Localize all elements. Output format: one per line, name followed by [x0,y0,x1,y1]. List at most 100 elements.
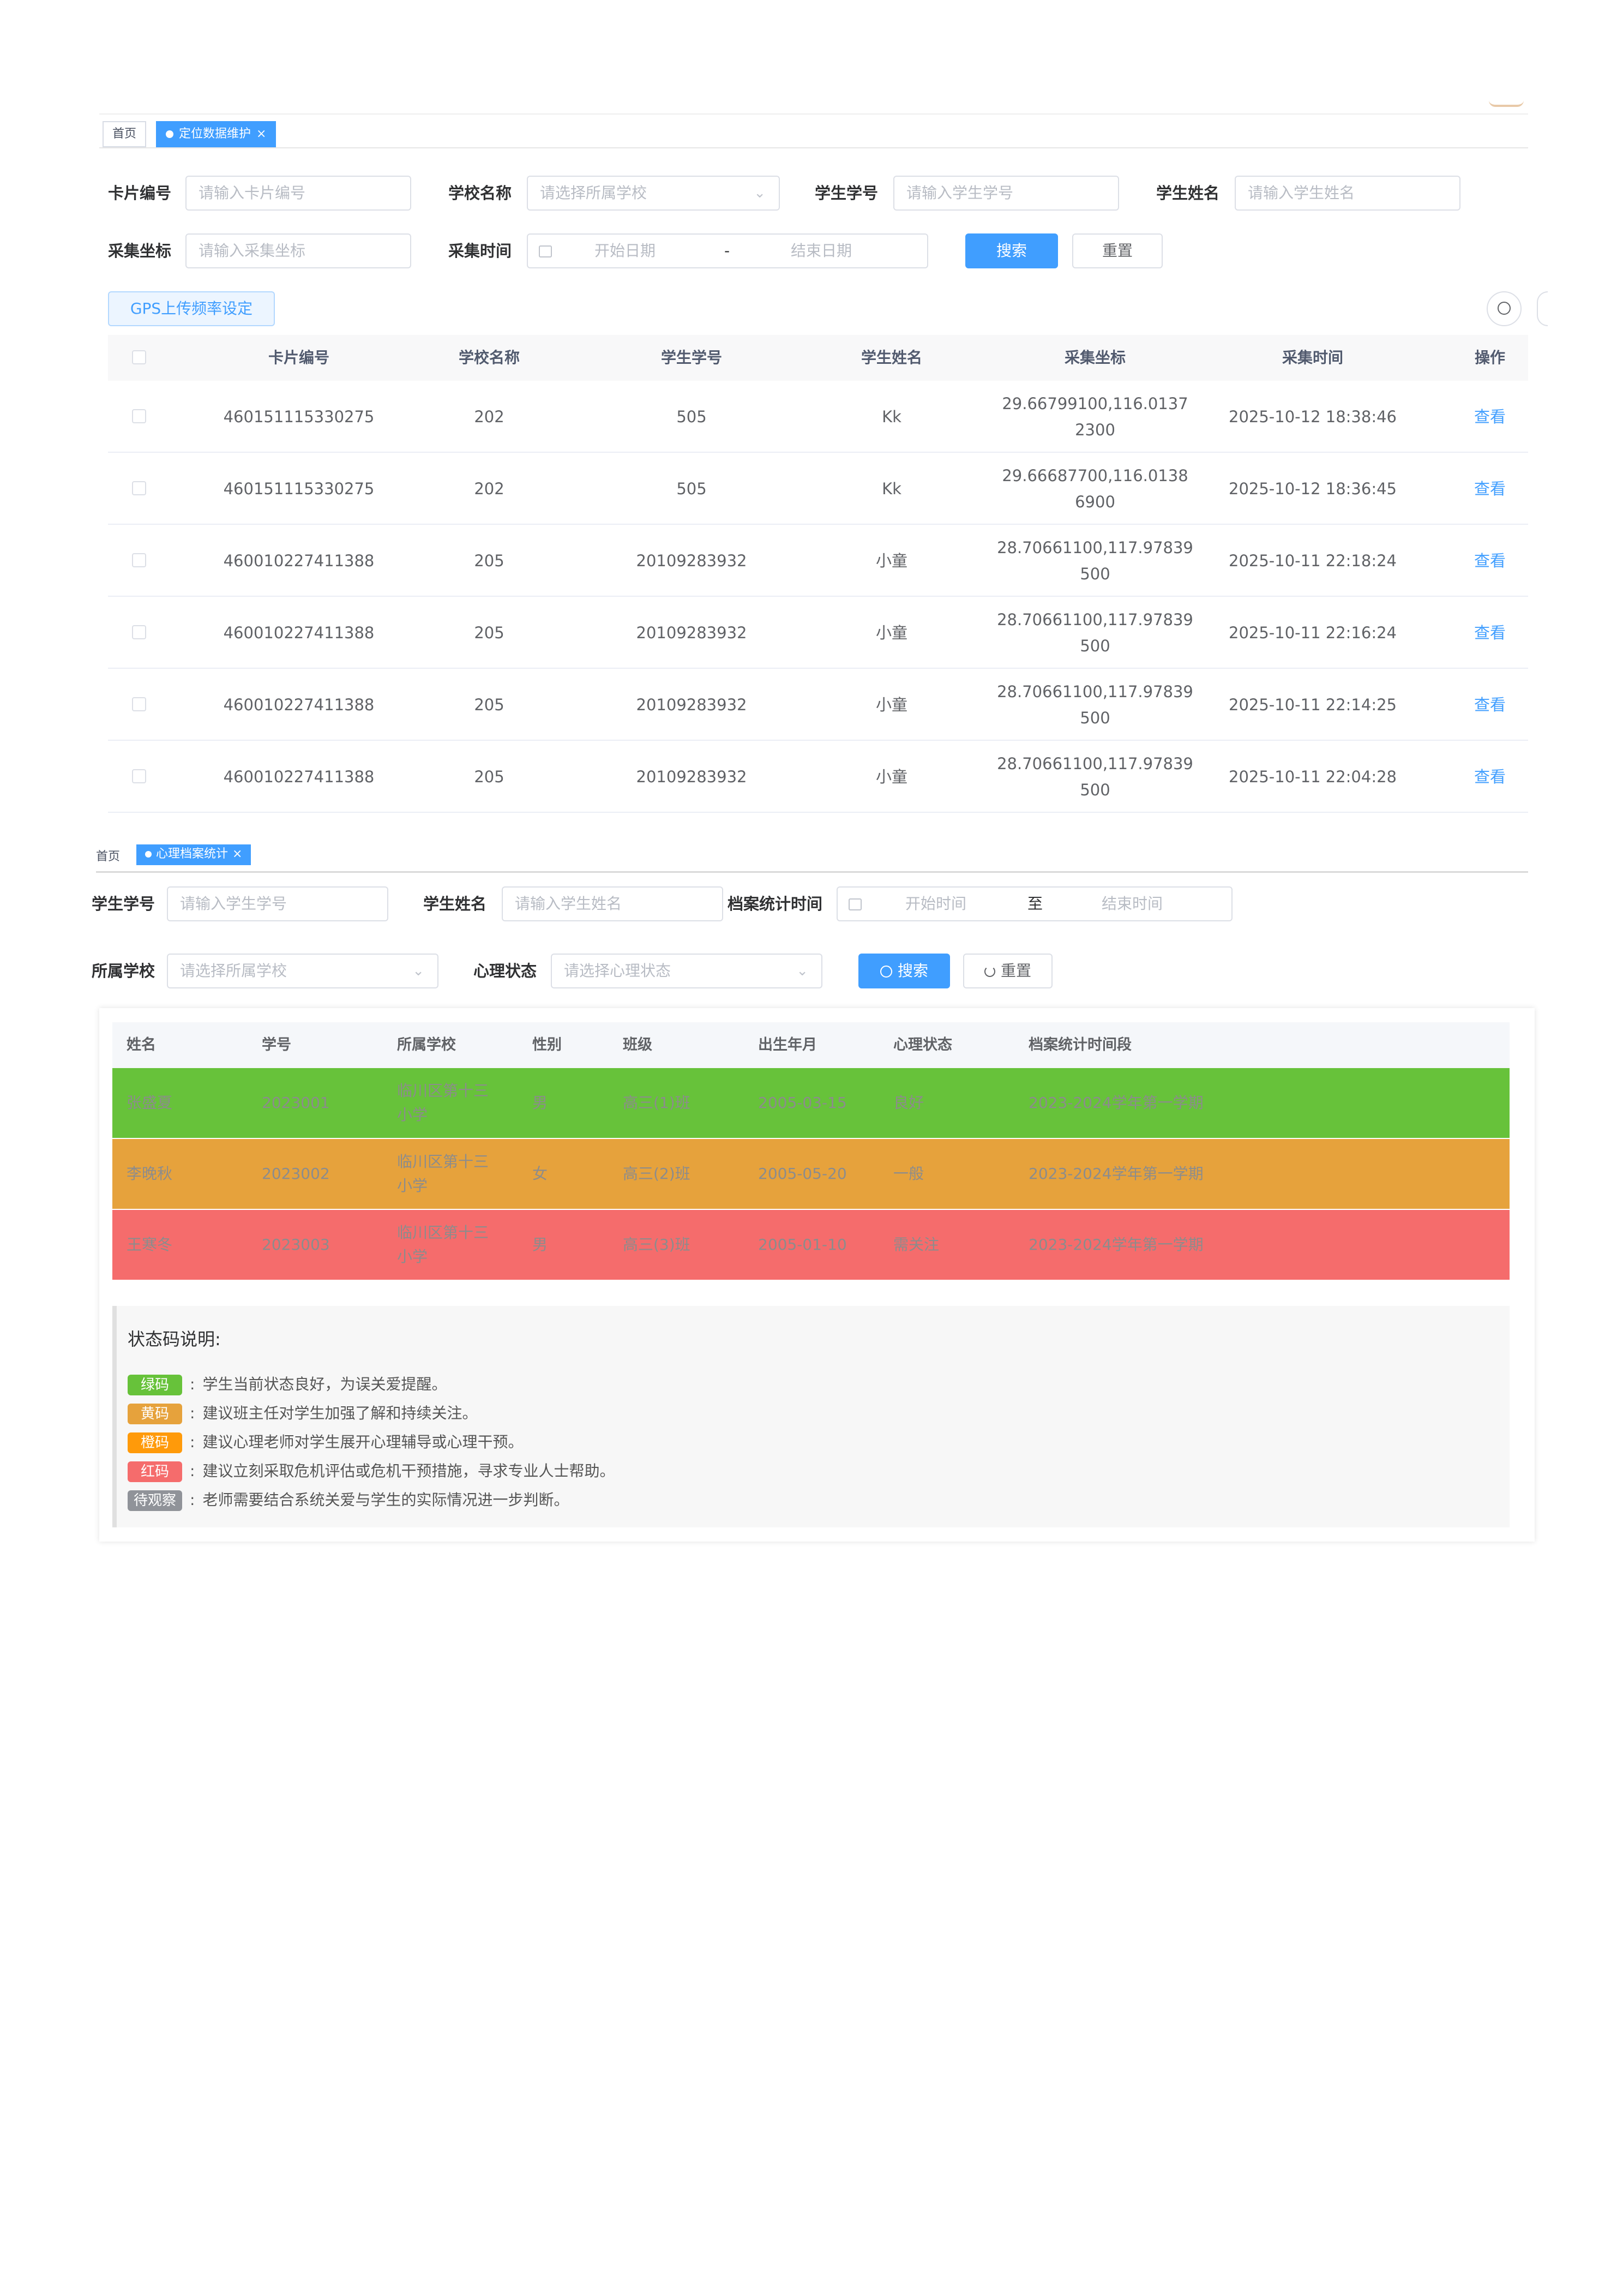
search-button[interactable]: 搜索 [965,233,1058,268]
school-select[interactable]: 请选择所属学校 ⌄ [167,954,438,988]
coord-line: 28.70661100,117.97839 [997,754,1193,773]
student-no-input[interactable]: 请输入学生学号 [893,176,1119,211]
table-row: 460010227411388 205 20109283932 小童 28.706611… [108,525,1528,597]
school-line: 临川区第十三 [397,1082,489,1100]
table-row[interactable]: 张盛夏 2023001 临川区第十三 小学 男 高三(1)班 2005-03-15 良好 202… [112,1068,1510,1138]
cell-gender: 女 [532,1165,548,1183]
reset-button[interactable]: 重置 [1072,233,1163,268]
row-checkbox[interactable] [132,481,146,495]
col-birth: 出生年月 [758,1036,817,1053]
student-no-label: 学生学号 [815,184,879,202]
row-checkbox[interactable] [132,409,146,423]
search-toggle-button[interactable] [1487,291,1522,326]
period-range-picker[interactable]: 开始时间 至 结束时间 [837,886,1233,921]
school-placeholder: 请选择所属学校 [180,962,287,980]
school-select[interactable]: 请选择所属学校 ⌄ [527,176,780,211]
status-select[interactable]: 请选择心理状态 ⌄ [551,954,822,988]
card-no-input[interactable]: 请输入卡片编号 [185,176,411,211]
start-time[interactable]: 开始时间 [905,888,966,920]
tab-home[interactable]: 首页 [103,121,147,147]
view-link[interactable]: 查看 [1463,741,1517,813]
cell-student-no: 505 [676,479,707,498]
cell-time: 2025-10-11 22:14:25 [1229,696,1397,714]
location-table-header: 卡片编号 学校名称 学生学号 学生姓名 采集坐标 采集时间 操作 [108,335,1528,381]
range-separator: 至 [1027,895,1043,913]
cell-card-no: 460010227411388 [223,551,375,570]
cell-no: 2023001 [262,1094,330,1112]
col-no: 学号 [262,1036,291,1053]
cell-student-no: 20109283932 [636,624,747,642]
search-icon [1498,302,1511,315]
legend-separator: : [190,1491,195,1509]
cell-coord: 28.70661100,117.97839 500 [997,669,1193,741]
cell-time: 2025-10-11 22:04:28 [1229,768,1397,786]
cell-school: 202 [474,407,504,426]
row-checkbox[interactable] [132,697,146,711]
legend-item: 红码: 建议立刻采取危机评估或危机干预措施，寻求专业人士帮助。 [128,1460,615,1482]
school-line: 临川区第十三 [397,1224,489,1242]
end-time[interactable]: 结束时间 [1102,888,1163,920]
cell-status: 一般 [893,1165,924,1183]
cell-student-name: 小童 [875,696,907,714]
view-link[interactable]: 查看 [1463,453,1517,525]
coord-line: 29.66799100,116.0137 [1002,394,1188,413]
status-badge: 绿码 [128,1375,182,1395]
view-link[interactable]: 查看 [1463,381,1517,453]
school-placeholder: 请选择所属学校 [540,184,647,202]
student-name-input[interactable]: 请输入学生姓名 [502,886,723,921]
cell-time: 2025-10-11 22:18:24 [1229,551,1397,570]
col-coord: 采集坐标 [1064,349,1126,367]
student-name-label: 学生姓名 [1156,184,1220,202]
tab-psych-archive[interactable]: 心理档案统计 × [136,844,251,865]
student-name-input[interactable]: 请输入学生姓名 [1235,176,1460,211]
cell-school: 205 [474,551,504,570]
close-icon[interactable]: × [256,127,266,141]
table-row[interactable]: 李晚秋 2023002 临川区第十三 小学 女 高三(2)班 2005-05-20 一般 202… [112,1139,1510,1209]
coord-line: 500 [1080,781,1110,799]
legend-item: 绿码: 学生当前状态良好，为误关爱提醒。 [128,1374,447,1395]
coord-input[interactable]: 请输入采集坐标 [185,233,411,268]
active-dot-icon [166,130,173,138]
cell-school: 临川区第十三 小学 [397,1210,489,1280]
school-line: 临川区第十三 [397,1153,489,1171]
status-code-legend: 状态码说明: 绿码: 学生当前状态良好，为误关爱提醒。 黄码: 建议班主任对学生加强了… [112,1306,1510,1527]
legend-text: 建议班主任对学生加强了解和持续关注。 [202,1404,478,1422]
row-checkbox[interactable] [132,553,146,567]
row-checkbox[interactable] [132,769,146,783]
cell-status: 良好 [893,1094,924,1112]
psych-archive-card: 姓名 学号 所属学校 性别 班级 出生年月 心理状态 档案统计时间段 张盛夏 20… [99,1008,1535,1542]
cell-school: 205 [474,768,504,786]
tab-home[interactable]: 首页 [96,847,120,864]
coord-line: 500 [1080,565,1110,583]
view-link[interactable]: 查看 [1463,525,1517,597]
cell-student-name: Kk [882,479,901,498]
tab-location-data[interactable]: 定位数据维护 × [156,121,276,147]
search-button[interactable]: 搜索 [858,954,950,988]
view-link[interactable]: 查看 [1463,669,1517,741]
chevron-down-icon: ⌄ [754,185,766,201]
start-date[interactable]: 开始日期 [594,235,656,267]
table-row[interactable]: 王寒冬 2023003 临川区第十三 小学 男 高三(3)班 2005-01-10 需关注 20… [112,1210,1510,1280]
tags-view-bar: 首页 定位数据维护 × [99,113,1528,148]
col-school: 学校名称 [458,349,520,367]
col-period: 档案统计时间段 [1029,1036,1132,1053]
active-dot-icon [145,851,152,858]
cell-card-no: 460151115330275 [223,479,375,498]
gps-frequency-button[interactable]: GPS上传频率设定 [108,291,275,326]
cell-time: 2025-10-12 18:38:46 [1229,407,1397,426]
col-gender: 性别 [532,1036,562,1053]
view-link[interactable]: 查看 [1463,597,1517,669]
coord-line: 6900 [1075,493,1115,511]
cell-no: 2023002 [262,1165,330,1183]
refresh-button-partial[interactable] [1537,291,1548,326]
select-all-checkbox[interactable] [132,350,146,364]
close-icon[interactable]: × [232,847,242,861]
row-checkbox[interactable] [132,625,146,639]
end-date[interactable]: 结束日期 [791,235,852,267]
student-no-input[interactable]: 请输入学生学号 [167,886,388,921]
decor-corner [1489,100,1524,107]
refresh-icon [984,966,995,977]
date-range-picker[interactable]: 开始日期 - 结束日期 [527,233,928,268]
reset-button[interactable]: 重置 [963,954,1053,988]
card-no-label: 卡片编号 [108,184,172,202]
